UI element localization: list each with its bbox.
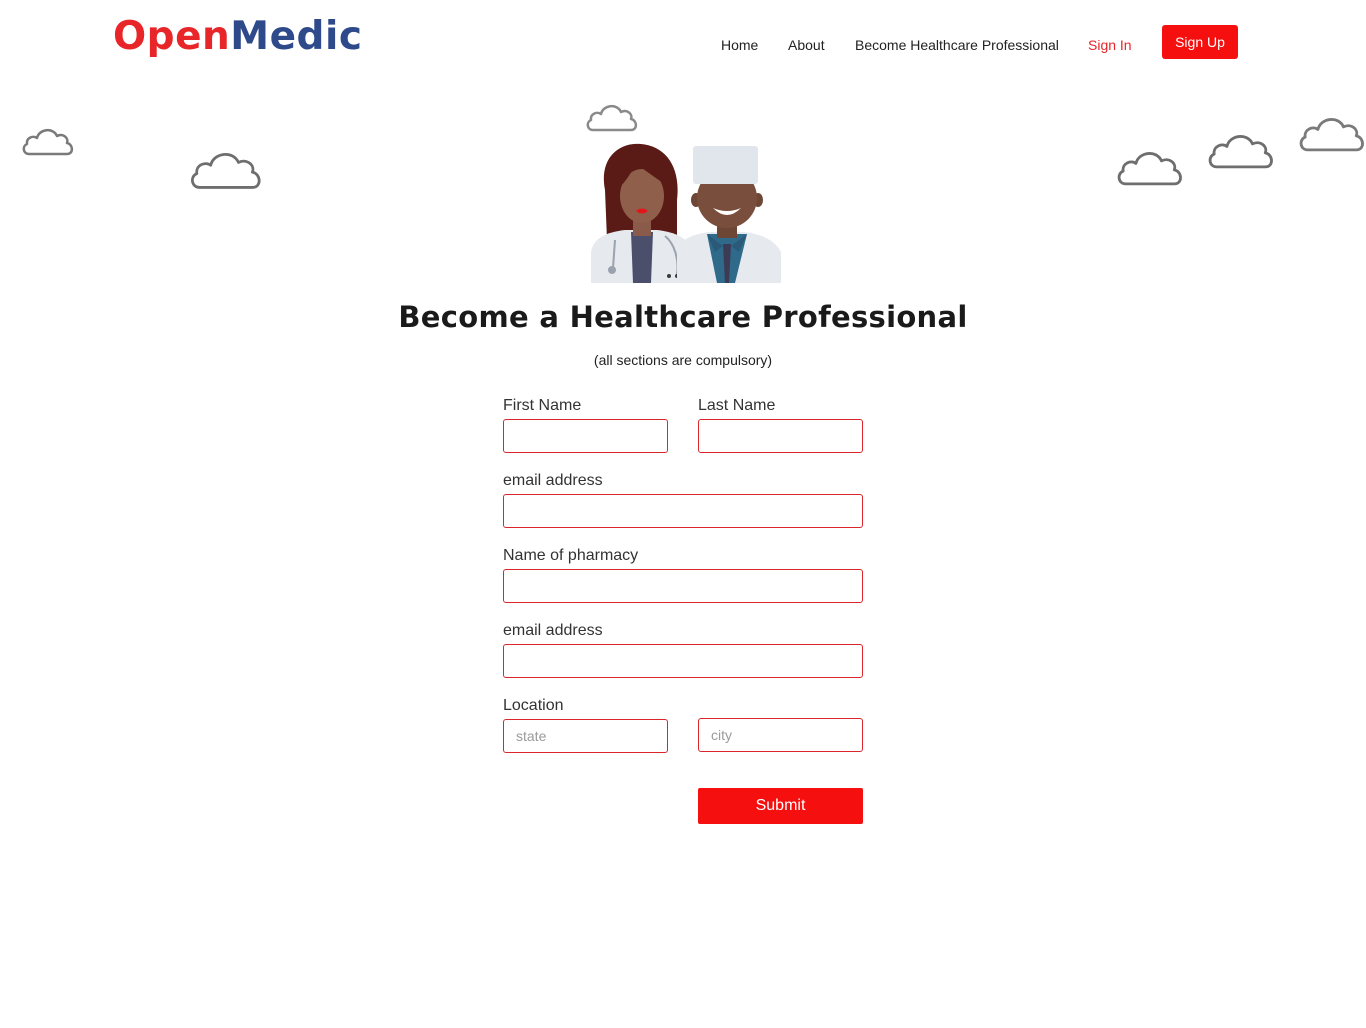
nav-become-professional-link[interactable]: Become Healthcare Professional	[855, 37, 1059, 53]
nav-home-link[interactable]: Home	[721, 37, 758, 53]
cloud-icon	[187, 143, 265, 193]
openmedic-logo[interactable]: OpenMedic	[113, 12, 362, 62]
compulsory-note: (all sections are compulsory)	[593, 352, 773, 368]
nav-about-link[interactable]: About	[788, 37, 825, 53]
email-label-2: email address	[503, 622, 603, 639]
pharmacy-name-label: Name of pharmacy	[503, 547, 639, 564]
logo-medic-text: Medic	[230, 14, 363, 59]
email-input-2[interactable]	[503, 644, 863, 678]
city-input[interactable]	[698, 718, 863, 752]
first-name-label: First Name	[503, 397, 582, 414]
submit-button[interactable]: Submit	[698, 788, 863, 824]
last-name-label: Last Name	[698, 397, 776, 414]
state-input[interactable]	[503, 719, 668, 753]
page: OpenMedic Home About Become Healthcare P…	[0, 0, 1366, 1028]
cloud-icon	[1206, 126, 1276, 172]
doctors-illustration	[585, 140, 783, 288]
cloud-icon	[1297, 109, 1366, 155]
location-label: Location	[503, 697, 564, 714]
first-name-input[interactable]	[503, 419, 668, 453]
email-label: email address	[503, 472, 603, 489]
pharmacy-name-input[interactable]	[503, 569, 863, 603]
logo-open-text: Open	[113, 14, 231, 59]
page-title: Become a Healthcare Professional	[398, 300, 968, 334]
cloud-icon	[21, 122, 75, 158]
cloud-icon	[1115, 143, 1185, 189]
nav-sign-in-link[interactable]: Sign In	[1088, 37, 1132, 53]
cloud-icon	[585, 98, 639, 134]
email-input[interactable]	[503, 494, 863, 528]
last-name-input[interactable]	[698, 419, 863, 453]
sign-up-button[interactable]: Sign Up	[1162, 25, 1238, 59]
